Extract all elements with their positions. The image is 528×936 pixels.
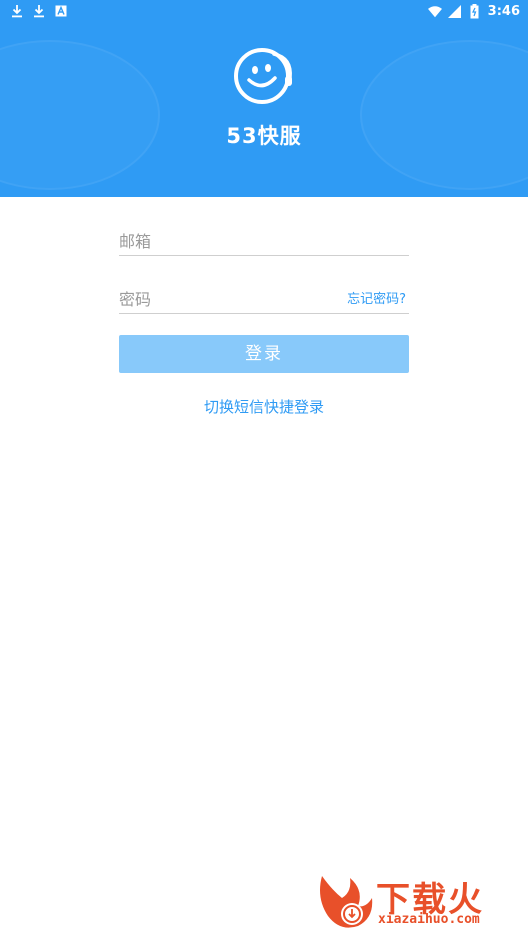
switch-sms-login-link[interactable]: 切换短信快捷登录 [0, 396, 528, 417]
download-icon [32, 3, 46, 19]
login-button[interactable]: 登录 [119, 335, 409, 373]
download-icon [10, 3, 24, 19]
header-decoration [0, 40, 160, 190]
app-title: 53快服 [226, 124, 302, 148]
email-placeholder: 邮箱 [119, 232, 152, 251]
forgot-password-link[interactable]: 忘记密码? [347, 288, 406, 307]
watermark-url: xiazaihuo.com [378, 912, 480, 927]
flame-icon [320, 876, 373, 928]
wifi-icon [427, 3, 442, 19]
smiley-headset-icon [232, 46, 296, 106]
header-decoration [360, 40, 528, 190]
status-time: 3:46 [487, 3, 520, 19]
a-notification-icon [54, 3, 68, 19]
email-field[interactable]: 邮箱 [119, 222, 409, 256]
app-header: 3:46 53快服 [0, 0, 528, 197]
watermark-logo: 下载火 xiazaihuo.com [314, 868, 524, 934]
password-field[interactable]: 密码 忘记密码? [119, 280, 409, 314]
password-placeholder: 密码 [119, 290, 152, 309]
signal-icon [448, 3, 462, 19]
battery-icon [468, 3, 482, 19]
status-bar: 3:46 [0, 0, 528, 24]
